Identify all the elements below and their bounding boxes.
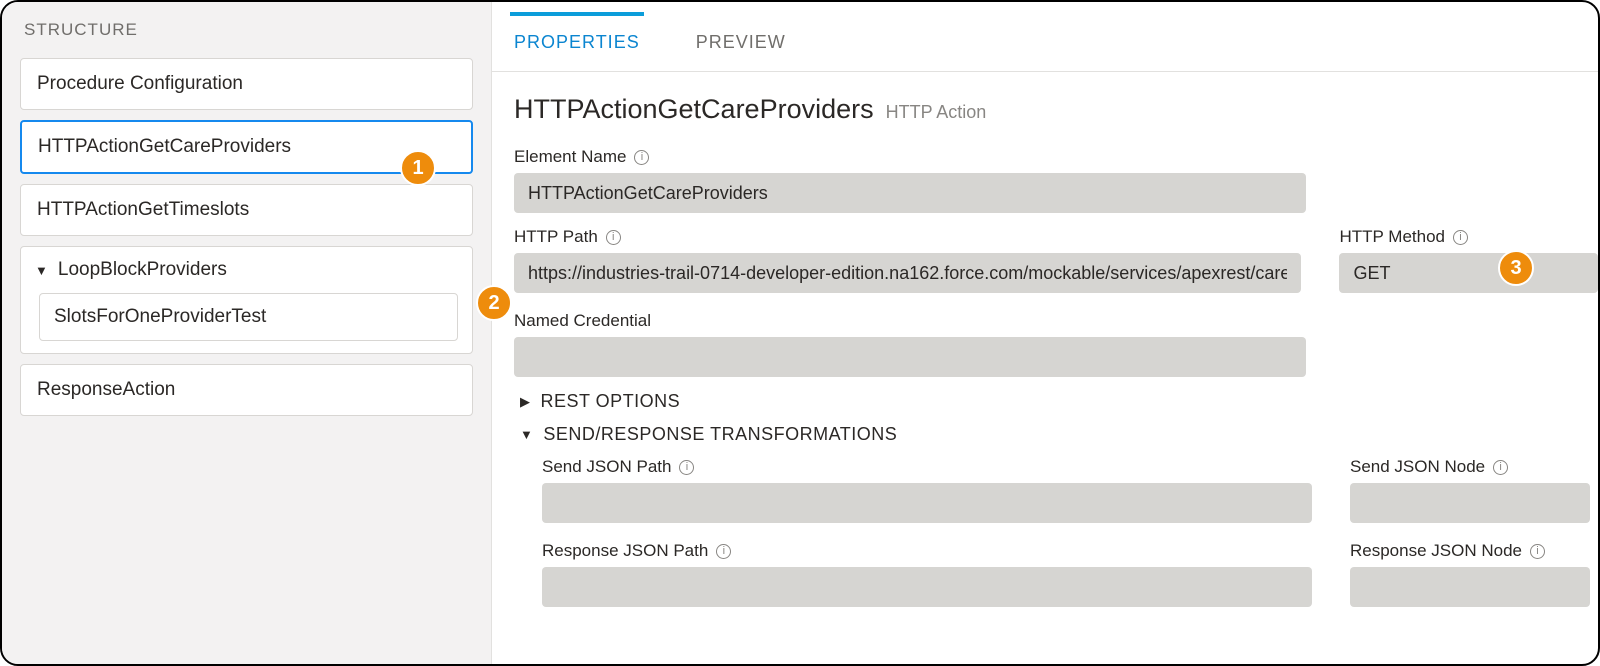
row-response-json: Response JSON Path i Response JSON Node …	[542, 541, 1598, 621]
field-label: HTTP Path i	[514, 227, 1301, 247]
field-label: HTTP Method i	[1339, 227, 1598, 247]
element-name-input[interactable]	[514, 173, 1306, 213]
info-icon[interactable]: i	[679, 460, 694, 475]
structure-item-procedure-configuration[interactable]: Procedure Configuration	[20, 58, 473, 110]
http-path-input[interactable]	[514, 253, 1301, 293]
caret-right-icon: ▶	[520, 394, 531, 410]
info-icon[interactable]: i	[1493, 460, 1508, 475]
app-frame: 1 2 3 STRUCTURE Procedure Configuration …	[0, 0, 1600, 666]
info-icon[interactable]: i	[606, 230, 621, 245]
field-label: Send JSON Node i	[1350, 457, 1590, 477]
field-label: Send JSON Path i	[542, 457, 1312, 477]
callout-badge-2: 2	[476, 285, 512, 321]
structure-item-httpaction-gettimeslots[interactable]: HTTPActionGetTimeslots	[20, 184, 473, 236]
structure-item-label: HTTPActionGetCareProviders	[38, 136, 291, 157]
send-response-body: Send JSON Path i Send JSON Node i	[514, 457, 1598, 621]
row-send-json: Send JSON Path i Send JSON Node i	[542, 457, 1598, 537]
row-path-method: HTTP Path i HTTP Method i	[514, 227, 1598, 307]
response-json-path-input[interactable]	[542, 567, 1312, 607]
field-element-name: Element Name i	[514, 147, 1306, 213]
structure-item-responseaction[interactable]: ResponseAction	[20, 364, 473, 416]
caret-down-icon: ▼	[520, 427, 533, 442]
tab-label: PROPERTIES	[514, 32, 640, 52]
response-json-node-input[interactable]	[1350, 567, 1590, 607]
structure-sidebar: STRUCTURE Procedure Configuration HTTPAc…	[2, 2, 492, 664]
callout-badge-1: 1	[400, 150, 436, 186]
page-title: HTTPActionGetCareProviders	[514, 94, 874, 125]
caret-down-icon: ▼	[35, 263, 48, 278]
field-named-credential: Named Credential	[514, 311, 1306, 377]
send-json-node-input[interactable]	[1350, 483, 1590, 523]
named-credential-input[interactable]	[514, 337, 1306, 377]
http-method-select[interactable]	[1339, 253, 1598, 293]
section-send-response[interactable]: ▼ SEND/RESPONSE TRANSFORMATIONS	[514, 424, 1598, 445]
tab-preview[interactable]: PREVIEW	[692, 12, 790, 71]
page-subtitle: HTTP Action	[886, 102, 987, 123]
page-heading: HTTPActionGetCareProviders HTTP Action	[514, 94, 1598, 125]
field-label: Element Name i	[514, 147, 1306, 167]
properties-content: HTTPActionGetCareProviders HTTP Action E…	[492, 72, 1598, 664]
section-label: SEND/RESPONSE TRANSFORMATIONS	[543, 424, 897, 445]
field-label: Named Credential	[514, 311, 1306, 331]
tab-bar: PROPERTIES PREVIEW	[492, 2, 1598, 72]
structure-group-loopblockproviders: ▼ LoopBlockProviders SlotsForOneProvider…	[20, 246, 473, 354]
tab-properties[interactable]: PROPERTIES	[510, 12, 644, 71]
structure-item-label: HTTPActionGetTimeslots	[37, 199, 249, 220]
field-label: Response JSON Path i	[542, 541, 1312, 561]
field-http-method: HTTP Method i	[1339, 227, 1598, 293]
structure-item-label: ResponseAction	[37, 379, 175, 400]
section-label: REST OPTIONS	[541, 391, 681, 412]
field-response-json-path: Response JSON Path i	[542, 541, 1312, 607]
field-response-json-node: Response JSON Node i	[1350, 541, 1590, 607]
info-icon[interactable]: i	[1530, 544, 1545, 559]
field-send-json-node: Send JSON Node i	[1350, 457, 1590, 523]
field-send-json-path: Send JSON Path i	[542, 457, 1312, 523]
structure-child-slotsforoneprovidertest[interactable]: SlotsForOneProviderTest	[39, 293, 458, 341]
info-icon[interactable]: i	[716, 544, 731, 559]
structure-item-label: Procedure Configuration	[37, 73, 243, 94]
field-http-path: HTTP Path i	[514, 227, 1301, 293]
field-label: Response JSON Node i	[1350, 541, 1590, 561]
structure-child-label: SlotsForOneProviderTest	[54, 306, 266, 327]
info-icon[interactable]: i	[1453, 230, 1468, 245]
sidebar-title: STRUCTURE	[20, 20, 473, 40]
section-rest-options[interactable]: ▶ REST OPTIONS	[514, 391, 1598, 412]
main-panel: PROPERTIES PREVIEW HTTPActionGetCareProv…	[492, 2, 1598, 664]
tab-label: PREVIEW	[696, 32, 786, 52]
structure-group-label: LoopBlockProviders	[58, 259, 227, 281]
callout-badge-3: 3	[1498, 250, 1534, 286]
info-icon[interactable]: i	[634, 150, 649, 165]
send-json-path-input[interactable]	[542, 483, 1312, 523]
structure-group-header[interactable]: ▼ LoopBlockProviders	[35, 259, 458, 281]
